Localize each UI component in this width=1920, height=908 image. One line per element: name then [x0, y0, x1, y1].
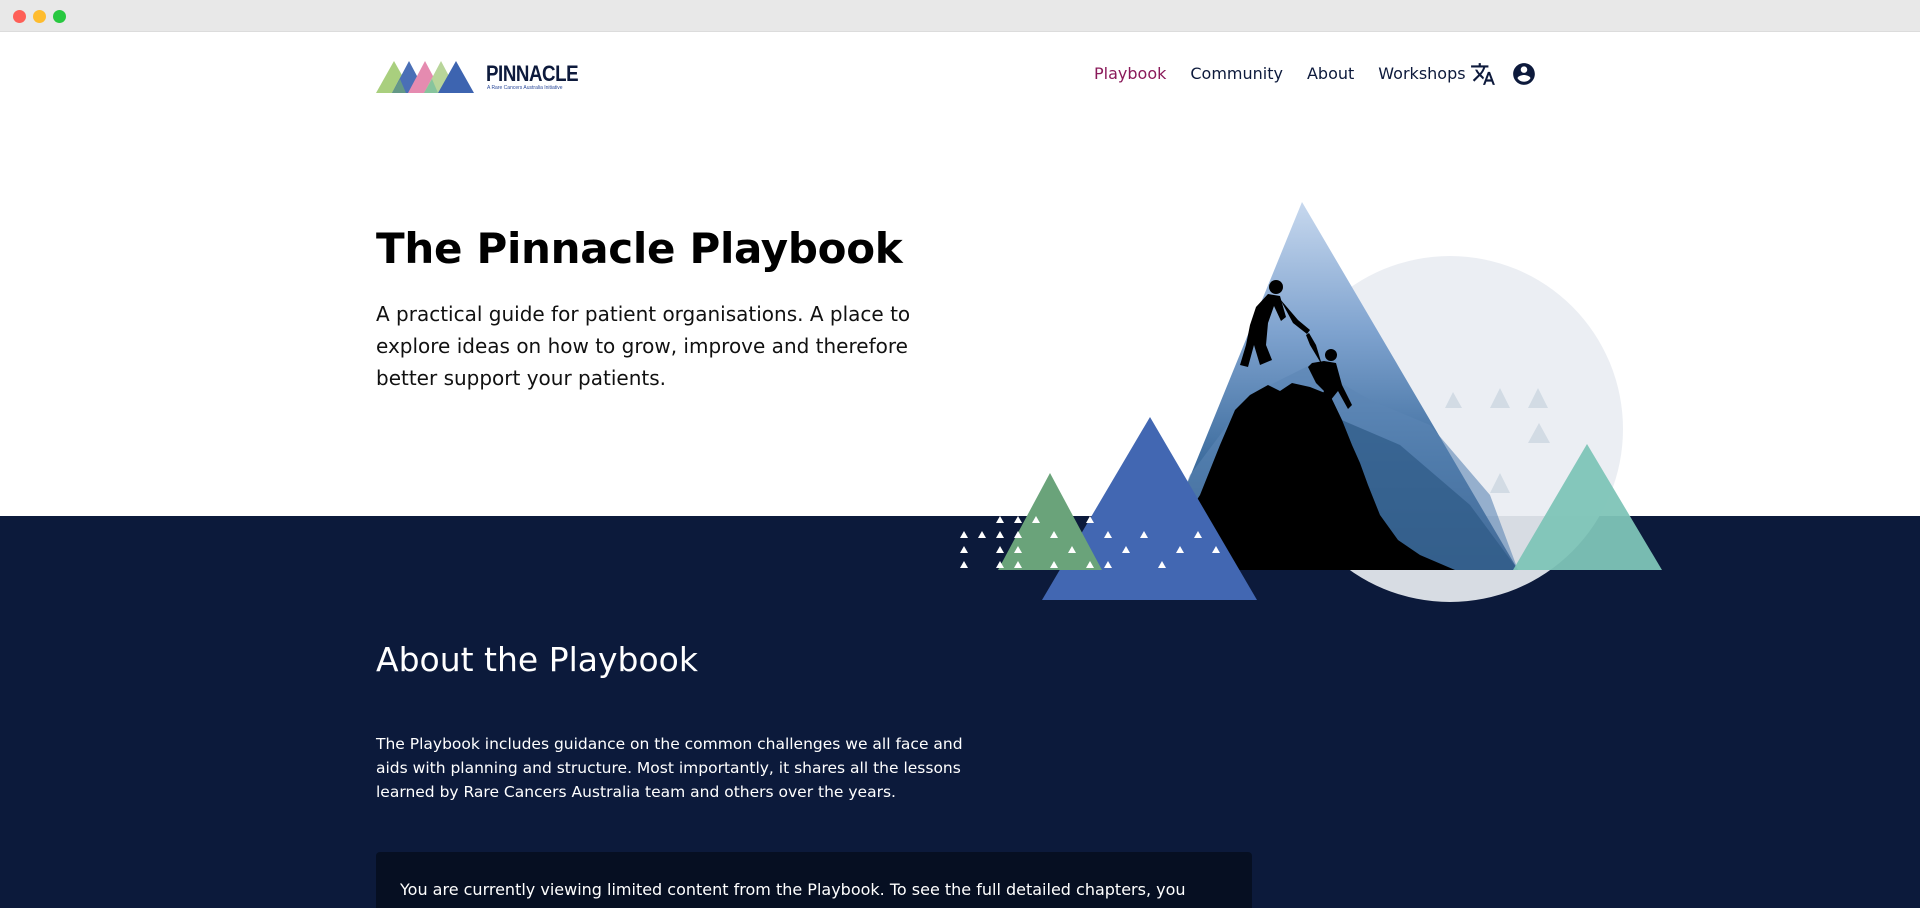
hero-description: A practical guide for patient organisati… [376, 302, 911, 390]
limited-content-notice: You are currently viewing limited conten… [376, 852, 1252, 908]
site-header: PINNACLE A Rare Cancers Australia Initia… [0, 32, 1920, 118]
nav-about[interactable]: About [1307, 64, 1354, 84]
maximize-window-button[interactable] [53, 10, 66, 23]
logo-mountains-icon [376, 61, 474, 93]
notice-text: You are currently viewing limited conten… [400, 880, 1186, 908]
green-triangle [998, 473, 1102, 570]
pinnacle-logo[interactable]: PINNACLE A Rare Cancers Australia Initia… [376, 56, 579, 96]
nav-community[interactable]: Community [1190, 64, 1283, 84]
nav-workshops[interactable]: Workshops [1378, 64, 1465, 84]
main-nav: Playbook Community About Workshops [1094, 64, 1490, 84]
about-description: The Playbook includes guidance on the co… [376, 735, 963, 801]
page-title: The Pinnacle Playbook [376, 224, 903, 273]
minimize-window-button[interactable] [33, 10, 46, 23]
logo-wordmark: PINNACLE [486, 61, 579, 86]
nav-playbook[interactable]: Playbook [1094, 64, 1166, 84]
account-circle-icon[interactable] [1511, 61, 1537, 87]
about-title: About the Playbook [376, 640, 698, 679]
logo-tagline: A Rare Cancers Australia Initiative [487, 85, 563, 91]
browser-chrome [0, 0, 1920, 32]
close-window-button[interactable] [13, 10, 26, 23]
translate-icon[interactable] [1470, 61, 1496, 87]
hero-illustration [960, 202, 1662, 602]
